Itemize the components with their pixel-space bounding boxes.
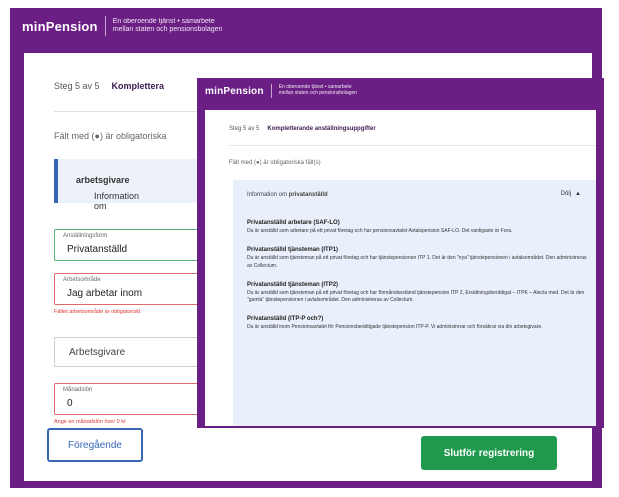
- type-title: Privatanställd tjänsteman (ITP1): [247, 247, 339, 254]
- info-prefix: Information om: [94, 191, 140, 211]
- tagline-line-2: mellan staten och pensionsbolagen: [278, 90, 358, 96]
- type-description: Du är anställd inom Pensionsavtalet för …: [247, 324, 543, 331]
- step-indicator: Steg 5 av 5 Komplettera: [54, 81, 164, 91]
- type-title: Privatanställd arbetare (SAF-LO): [247, 220, 340, 226]
- step-indicator: Steg 5 av 5 Kompletterande anställningsu…: [229, 126, 376, 132]
- logo-divider: [104, 16, 106, 36]
- employment-type-label: Anställningsform: [63, 233, 108, 239]
- tagline-line-2: mellan staten och pensionsbolagen: [112, 26, 223, 33]
- employer-select-value: Arbetsgivare: [69, 347, 126, 358]
- finish-registration-button[interactable]: Slutför registrering: [421, 436, 557, 470]
- required-note: Fält med (●) är obligatoriska: [54, 131, 167, 141]
- panel-heading-bold: privatanställd: [288, 192, 328, 198]
- list-item: Privatanställd arbetare (SAF-LO) Du är a…: [247, 220, 587, 235]
- panel-heading-prefix: Information om: [247, 192, 289, 198]
- salary-label: Månadslön: [63, 387, 93, 393]
- collapse-label: Dölj: [560, 191, 572, 197]
- logo-divider: [270, 84, 272, 98]
- tagline: En oberoende tjänst • samarbete mellan s…: [278, 84, 358, 97]
- salary-value: 0: [67, 398, 73, 409]
- panel-heading: Information om privatanställd: [247, 192, 328, 198]
- logo[interactable]: minPension: [205, 86, 264, 97]
- work-area-field[interactable]: Arbetsområde Jag arbetar inom: [54, 273, 204, 305]
- form-card: Steg 5 av 5 Kompletterande anställningsu…: [205, 110, 596, 426]
- work-area-label: Arbetsområde: [63, 277, 101, 283]
- salary-error: Ange en månadslön över 0 kr: [54, 419, 126, 425]
- top-bar: minPension En oberoende tjänst • samarbe…: [10, 8, 602, 44]
- previous-button[interactable]: Föregående: [47, 428, 143, 462]
- type-description: Du är anställd som tjänsteman på ett pri…: [247, 289, 585, 303]
- work-area-value: Jag arbetar inom: [67, 288, 143, 299]
- type-title: Privatanställd tjänsteman (ITP2): [247, 281, 339, 288]
- step-title: Kompletterande anställningsuppgifter: [267, 126, 376, 132]
- list-item: Privatanställd (ITP-P och?) Du är anstäl…: [247, 316, 587, 331]
- required-note: Fält med (●) är obligatoriska fält(s): [229, 160, 321, 166]
- step-title: Komplettera: [111, 81, 165, 91]
- info-panel-private: Information om privatanställd Dölj ▲ Pri…: [233, 180, 596, 426]
- chevron-up-icon: ▲: [575, 191, 581, 197]
- type-description: Du är anställd som tjänsteman på ett pri…: [247, 255, 587, 269]
- salary-field[interactable]: Månadslön 0: [54, 383, 204, 415]
- collapse-toggle[interactable]: Dölj ▲: [561, 191, 581, 197]
- work-area-error: Fältet arbetsområde är obligatoriskt: [54, 309, 141, 315]
- employment-type-value: Privatanställd: [67, 244, 128, 255]
- divider: [229, 145, 596, 146]
- employment-type-list: Privatanställd arbetare (SAF-LO) Du är a…: [247, 220, 587, 344]
- employer-select[interactable]: Arbetsgivare: [54, 337, 204, 367]
- info-box-label: Information om arbetsgivare: [76, 175, 139, 211]
- step-count: Steg 5 av 5: [54, 81, 100, 91]
- front-window: minPension En oberoende tjänst • samarbe…: [197, 78, 604, 428]
- top-bar: minPension En oberoende tjänst • samarbe…: [197, 78, 604, 104]
- tagline: En oberoende tjänst • samarbete mellan s…: [113, 18, 223, 34]
- list-item: Privatanställd tjänsteman (ITP1) Du är a…: [247, 247, 587, 270]
- logo[interactable]: minPension: [22, 19, 98, 34]
- tagline-line-1: En oberoende tjänst • samarbete: [112, 17, 215, 25]
- type-title: Privatanställd (ITP-P och?): [247, 316, 324, 323]
- step-count: Steg 5 av 5: [229, 126, 260, 132]
- type-description: Du är anställd som arbetare på ett priva…: [247, 228, 513, 234]
- employment-type-field[interactable]: Anställningsform Privatanställd: [54, 229, 204, 261]
- list-item: Privatanställd tjänsteman (ITP2) Du är a…: [247, 282, 587, 305]
- info-bold: arbetsgivare: [76, 175, 130, 185]
